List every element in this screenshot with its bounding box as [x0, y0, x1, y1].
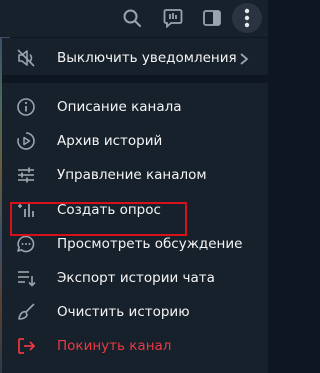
channel-dropdown-menu: Выключить уведомления Описание канала Ар… [2, 38, 268, 373]
menu-separator [2, 75, 268, 83]
side-panel-icon[interactable] [201, 7, 223, 29]
leave-icon [16, 336, 36, 356]
menu-item-channel-info[interactable]: Описание канала [2, 90, 268, 124]
broom-icon [16, 302, 36, 322]
search-icon[interactable] [121, 7, 143, 29]
menu-item-label: Покинуть канал [57, 338, 172, 354]
menu-item-leave-channel[interactable]: Покинуть канал [2, 329, 268, 363]
export-icon [16, 268, 36, 288]
discussion-icon [16, 234, 36, 254]
chevron-right-icon [238, 51, 250, 65]
info-icon [16, 97, 36, 117]
discussion-icon[interactable] [162, 7, 184, 29]
menu-item-label: Экспорт истории чата [57, 270, 215, 286]
more-vertical-icon [244, 8, 250, 28]
menu-item-label: Очистить историю [57, 304, 190, 320]
menu-item-export-chat[interactable]: Экспорт истории чата [2, 261, 268, 295]
menu-item-label: Управление каналом [57, 167, 207, 183]
settings-sliders-icon [16, 165, 36, 185]
more-menu-button[interactable] [232, 3, 262, 33]
chat-header-toolbar [0, 0, 268, 37]
stories-archive-icon [16, 131, 36, 151]
menu-item-label: Описание канала [57, 99, 182, 115]
menu-item-manage-channel[interactable]: Управление каналом [2, 158, 268, 192]
menu-item-label: Выключить уведомления [57, 50, 237, 66]
menu-item-mute-notifications[interactable]: Выключить уведомления [2, 41, 268, 75]
highlight-box [10, 202, 187, 236]
menu-item-stories-archive[interactable]: Архив историй [2, 124, 268, 158]
menu-item-label: Архив историй [57, 133, 163, 149]
menu-item-clear-history[interactable]: Очистить историю [2, 295, 268, 329]
mute-icon [16, 48, 36, 68]
